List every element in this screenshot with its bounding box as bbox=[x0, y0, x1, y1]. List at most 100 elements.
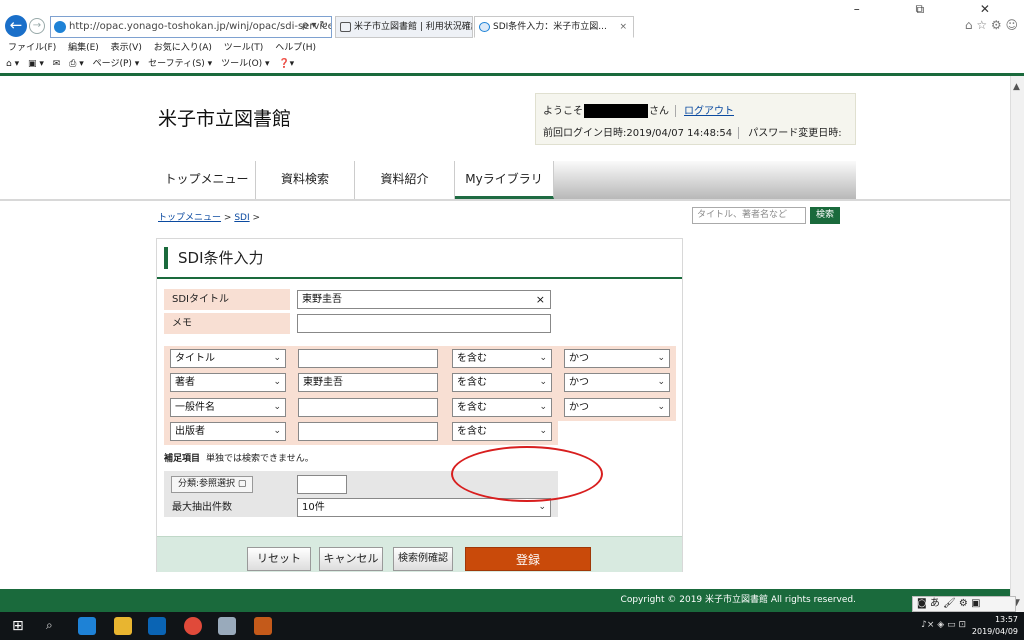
condition-logic-value: かつ bbox=[569, 353, 589, 364]
sdi-title-label: SDIタイトル bbox=[164, 289, 290, 310]
nav-my-library[interactable]: Myライブラリ bbox=[455, 161, 554, 199]
home-icon[interactable]: ⌂ ▾ bbox=[6, 59, 19, 69]
condition-match-select[interactable]: を含む ⌄ bbox=[452, 349, 552, 368]
mail-icon[interactable]: ✉ bbox=[53, 59, 61, 69]
browser-chrome: ← → http://opac.yonago-toshokan.jp/winj/… bbox=[0, 0, 1024, 76]
document-app-icon[interactable] bbox=[218, 617, 236, 635]
nav-intro[interactable]: 資料紹介 bbox=[355, 161, 455, 199]
condition-match-select[interactable]: を含む ⌄ bbox=[452, 422, 552, 441]
logout-link[interactable]: ログアウト bbox=[684, 106, 734, 117]
menu-tools[interactable]: ツール(T) bbox=[224, 43, 264, 53]
classification-input[interactable] bbox=[297, 475, 347, 494]
condition-match-select[interactable]: を含む ⌄ bbox=[452, 398, 552, 417]
clear-icon[interactable]: × bbox=[536, 291, 545, 308]
supplementary-note: 補足項目 単独では検索できません。 bbox=[164, 451, 314, 464]
menu-help[interactable]: ヘルプ(H) bbox=[275, 43, 316, 53]
tools-menu[interactable]: ツール(O) ▾ bbox=[221, 59, 270, 69]
menu-favorites[interactable]: お気に入り(A) bbox=[154, 43, 212, 53]
scroll-up-icon[interactable]: ▲ bbox=[1013, 82, 1020, 92]
browser-tab-usage[interactable]: 米子市立図書館 | 利用状況確認 bbox=[335, 16, 473, 38]
condition-match-select[interactable]: を含む ⌄ bbox=[452, 373, 552, 392]
condition-logic-value: かつ bbox=[569, 377, 589, 388]
condition-field-select[interactable]: 出版者 ⌄ bbox=[170, 422, 286, 441]
chevron-down-icon: ⌄ bbox=[273, 353, 281, 363]
breadcrumb-top[interactable]: トップメニュー bbox=[158, 213, 221, 223]
title-rule bbox=[157, 277, 682, 279]
internet-explorer-icon[interactable] bbox=[78, 617, 96, 635]
condition-field-select[interactable]: 著者 ⌄ bbox=[170, 373, 286, 392]
condition-logic-select[interactable]: かつ ⌄ bbox=[564, 373, 670, 392]
condition-match-value: を含む bbox=[457, 353, 487, 364]
user-info-box: ようこそ さん ログアウト 前回ログイン日時:2019/04/07 14:48:54… bbox=[535, 93, 856, 145]
classification-reference-button[interactable]: 分類:参照選択 ▢ bbox=[171, 476, 254, 493]
browser-toolbar-icons[interactable]: ⌂ ☆ ⚙ ☺ bbox=[965, 18, 1018, 32]
welcome-suffix: さん bbox=[649, 106, 669, 117]
condition-field-value: 一般件名 bbox=[175, 402, 215, 413]
cancel-button[interactable]: キャンセル bbox=[319, 547, 383, 571]
search-icon[interactable]: ⌕ bbox=[46, 618, 53, 633]
address-tools[interactable]: ρ ▾ ↻ bbox=[286, 16, 332, 38]
condition-value-input[interactable] bbox=[298, 349, 438, 368]
memo-field[interactable] bbox=[297, 314, 551, 333]
print-icon[interactable]: ⎙ ▾ bbox=[69, 59, 84, 69]
sdi-title-field[interactable]: 東野圭吾 × bbox=[297, 290, 551, 309]
condition-logic-select[interactable]: かつ ⌄ bbox=[564, 398, 670, 417]
windows-start-icon[interactable]: ⊞ bbox=[12, 618, 24, 634]
command-bar: ⌂ ▾ ▣ ▾ ✉ ⎙ ▾ ページ(P) ▾ セーフティ(S) ▾ ツール(O)… bbox=[6, 56, 300, 69]
close-tab-icon[interactable]: × bbox=[619, 17, 627, 37]
forward-arrow-icon[interactable]: → bbox=[29, 18, 45, 34]
breadcrumb-sdi[interactable]: SDI bbox=[234, 213, 249, 223]
tab-label: SDI条件入力：米子市立図... bbox=[493, 22, 607, 32]
ime-toolbar[interactable]: ◙ あ 🖌 ⚙ ▣ bbox=[912, 596, 1016, 612]
menu-file[interactable]: ファイル(F) bbox=[8, 43, 56, 53]
chrome-icon[interactable] bbox=[184, 617, 202, 635]
quick-search-input[interactable]: タイトル、著者名など bbox=[692, 207, 806, 224]
menu-view[interactable]: 表示(V) bbox=[111, 43, 142, 53]
app-icon[interactable] bbox=[254, 617, 272, 635]
memo-label: メモ bbox=[164, 313, 290, 334]
back-arrow-icon[interactable]: ← bbox=[5, 15, 27, 37]
feeds-icon[interactable]: ▣ ▾ bbox=[28, 59, 44, 69]
condition-value-input[interactable] bbox=[298, 398, 438, 417]
quick-search-button[interactable]: 検索 bbox=[810, 207, 840, 224]
search-example-button[interactable]: 検索例確認 bbox=[393, 547, 453, 571]
condition-field-select[interactable]: タイトル ⌄ bbox=[170, 349, 286, 368]
divider bbox=[675, 105, 676, 117]
chevron-down-icon: ⌄ bbox=[657, 353, 665, 363]
chevron-down-icon: ⌄ bbox=[273, 426, 281, 436]
register-button[interactable]: 登録 bbox=[465, 547, 591, 571]
clock[interactable]: 13:57 2019/04/09 bbox=[972, 614, 1018, 638]
welcome-row: ようこそ さん ログアウト bbox=[543, 102, 734, 118]
condition-field-value: 出版者 bbox=[175, 426, 205, 437]
nav-top-menu[interactable]: トップメニュー bbox=[158, 161, 256, 199]
book-tab-icon bbox=[340, 22, 351, 32]
condition-field-select[interactable]: 一般件名 ⌄ bbox=[170, 398, 286, 417]
system-tray[interactable]: ♪× ◈ ▭ ⊡ bbox=[921, 620, 966, 630]
condition-match-value: を含む bbox=[457, 377, 487, 388]
condition-match-value: を含む bbox=[457, 426, 487, 437]
password-changed: パスワード変更日時: bbox=[748, 128, 842, 139]
copyright: Copyright © 2019 米子市立図書館 All rights rese… bbox=[620, 595, 856, 605]
help-icon[interactable]: ❓▾ bbox=[278, 59, 294, 69]
window-controls[interactable]: – ⧉ ✕ bbox=[854, 2, 1016, 17]
page-menu[interactable]: ページ(P) ▾ bbox=[93, 59, 140, 69]
browser-tab-sdi[interactable]: SDI条件入力：米子市立図... × bbox=[474, 16, 634, 38]
chevron-down-icon: ⌄ bbox=[657, 402, 665, 412]
condition-logic-select[interactable]: かつ ⌄ bbox=[564, 349, 670, 368]
outlook-icon[interactable] bbox=[148, 617, 166, 635]
reset-button[interactable]: リセット bbox=[247, 547, 311, 571]
chevron-down-icon: ⌄ bbox=[657, 377, 665, 387]
file-explorer-icon[interactable] bbox=[114, 617, 132, 635]
sdi-title-value: 東野圭吾 bbox=[302, 294, 342, 305]
nav-search[interactable]: 資料検索 bbox=[256, 161, 355, 199]
vertical-scrollbar[interactable]: ▲ ▼ bbox=[1010, 76, 1024, 612]
sdi-form-panel: SDI条件入力 SDIタイトル 東野圭吾 × メモ タイトル ⌄ を含む ⌄ かつ ⌄… bbox=[156, 238, 683, 572]
condition-value-input[interactable]: 東野圭吾 bbox=[298, 373, 438, 392]
chevron-down-icon: ⌄ bbox=[539, 353, 547, 363]
tab-label: 米子市立図書館 | 利用状況確認 bbox=[354, 22, 473, 32]
safety-menu[interactable]: セーフティ(S) ▾ bbox=[148, 59, 212, 69]
ie-tab-icon bbox=[479, 22, 490, 32]
note-label: 補足項目 bbox=[164, 454, 201, 464]
condition-value-input[interactable] bbox=[298, 422, 438, 441]
menu-edit[interactable]: 編集(E) bbox=[68, 43, 99, 53]
